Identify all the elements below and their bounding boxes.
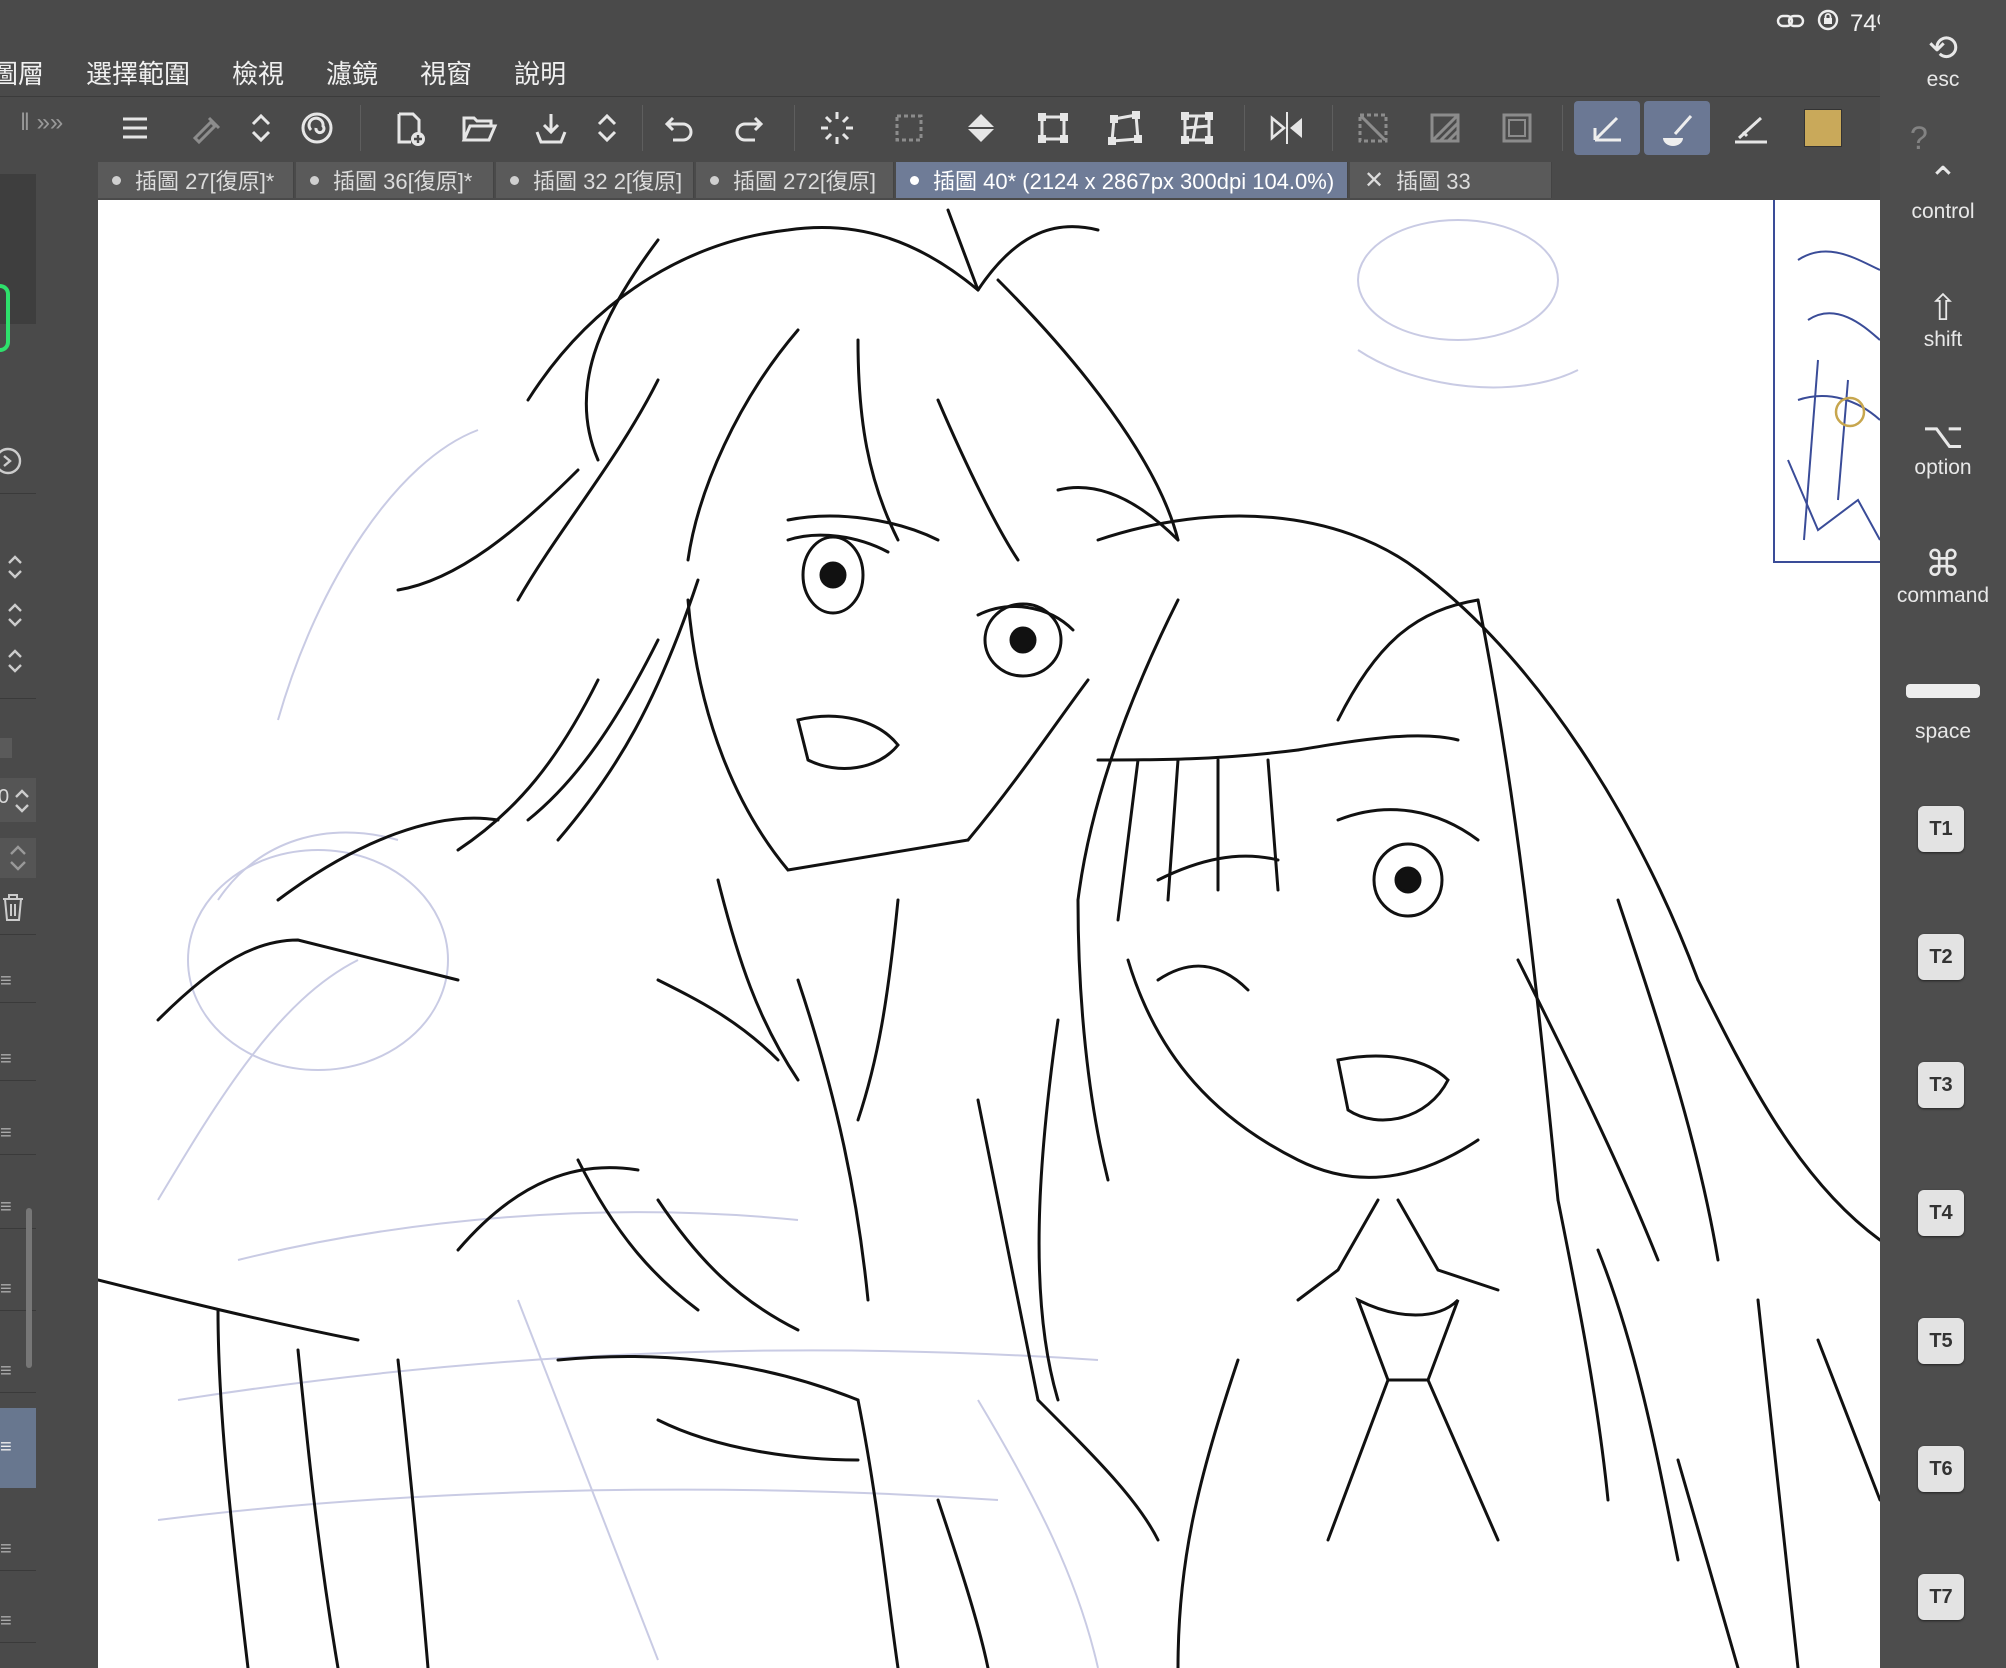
loading-spinner-icon[interactable] <box>814 105 860 151</box>
property-value[interactable]: 0 <box>0 778 36 822</box>
t2-key[interactable]: T2 <box>1918 934 1964 980</box>
eyedropper-icon[interactable] <box>182 105 228 151</box>
menu-bar: 圖層 選擇範圍 檢視 濾鏡 視窗 說明 <box>0 48 1880 96</box>
tab-illustration-32-2[interactable]: 插圖 32 2[復原] <box>496 162 694 198</box>
esc-key[interactable]: ⟲ esc <box>1880 28 2006 92</box>
tab-illustration-272[interactable]: 插圖 272[復原] <box>696 162 894 198</box>
tab-illustration-40[interactable]: 插圖 40* (2124 x 2867px 300dpi 104.0%) <box>896 162 1348 198</box>
orientation-lock-icon <box>1816 8 1840 39</box>
help-icon[interactable]: ? <box>1880 120 2006 156</box>
undo-icon[interactable] <box>656 105 702 151</box>
distort-icon[interactable] <box>1102 105 1148 151</box>
color-wheel-panel[interactable] <box>0 174 36 352</box>
sketch-artwork <box>98 200 1880 1668</box>
t3-key[interactable]: T3 <box>1918 1062 1964 1108</box>
space-bar-icon <box>1906 684 1980 698</box>
layer-row-selected[interactable]: ≡ <box>0 1408 36 1488</box>
stepper-icon[interactable] <box>0 552 36 588</box>
circle-arrow-icon[interactable] <box>0 446 36 482</box>
undo-circle-icon: ⟲ <box>1927 27 1959 68</box>
shift-key[interactable]: ⇧ shift <box>1880 288 2006 352</box>
left-panel: 0 ≡ ≡ ≡ ≡ ≡ ≡ ≡ ≡ ≡ <box>0 158 38 1668</box>
t4-key[interactable]: T4 <box>1918 1190 1964 1236</box>
flip-horizontal-icon[interactable] <box>1264 105 1310 151</box>
layer-row[interactable]: ≡ <box>0 1036 36 1081</box>
open-folder-icon[interactable] <box>456 105 502 151</box>
option-symbol-icon: ⌥ <box>1922 415 1964 456</box>
t7-key[interactable]: T7 <box>1918 1574 1964 1620</box>
redo-icon[interactable] <box>726 105 772 151</box>
stepper-icon[interactable] <box>0 600 36 636</box>
shift-arrow-icon: ⇧ <box>1927 287 1959 328</box>
menu-window[interactable]: 視窗 <box>420 54 472 91</box>
command-bar: ‖ »» <box>0 96 1880 159</box>
trash-icon[interactable] <box>0 892 36 928</box>
selection-icon[interactable] <box>886 105 932 151</box>
command-key[interactable]: ⌘ command <box>1880 544 2006 608</box>
modifier-key-panel: ⟲ esc ? ⌃ control ⇧ shift ⌥ option ⌘ com… <box>1880 0 2006 1668</box>
spiral-icon[interactable] <box>294 105 340 151</box>
option-key[interactable]: ⌥ option <box>1880 416 2006 480</box>
hatching-icon[interactable] <box>1422 105 1468 151</box>
up-down-arrows-icon[interactable] <box>584 105 630 151</box>
space-key[interactable]: space <box>1880 684 2006 754</box>
menu-layer[interactable]: 圖層 <box>0 54 44 91</box>
hamburger-menu-icon[interactable] <box>112 105 158 151</box>
t1-key[interactable]: T1 <box>1918 806 1964 852</box>
pen-tool-icon[interactable] <box>1574 101 1640 155</box>
menu-filter[interactable]: 濾鏡 <box>326 54 378 91</box>
brush-tool-icon[interactable] <box>1644 101 1710 155</box>
link-icon <box>1776 10 1806 38</box>
property-value-text: 0 <box>0 786 10 808</box>
clear-icon[interactable] <box>1350 105 1396 151</box>
control-key[interactable]: ⌃ control <box>1880 160 2006 224</box>
layer-scrollbar[interactable] <box>26 1208 32 1368</box>
menu-help[interactable]: 說明 <box>514 54 566 91</box>
ruler-pen-icon[interactable] <box>1728 105 1774 151</box>
status-bar: 74% <box>0 0 2006 48</box>
close-icon[interactable]: ✕ <box>1364 166 1384 195</box>
save-icon[interactable] <box>528 105 574 151</box>
color-swatch-icon[interactable] <box>1800 105 1846 151</box>
menu-view[interactable]: 檢視 <box>232 54 284 91</box>
stepper-icon[interactable] <box>0 838 36 878</box>
menu-selection[interactable]: 選擇範圍 <box>86 54 190 91</box>
document-tabs: 插圖 27[復原]* 插圖 36[復原]* 插圖 32 2[復原] 插圖 272… <box>98 158 1880 200</box>
t5-key[interactable]: T5 <box>1918 1318 1964 1364</box>
layer-row[interactable]: ≡ <box>0 958 36 1003</box>
new-file-icon[interactable] <box>386 105 432 151</box>
tab-illustration-27[interactable]: 插圖 27[復原]* <box>98 162 294 198</box>
command-symbol-icon: ⌘ <box>1925 543 1961 584</box>
tab-illustration-33[interactable]: ✕ 插圖 33 <box>1350 162 1552 198</box>
mesh-icon[interactable] <box>1174 105 1220 151</box>
frame-icon[interactable] <box>1494 105 1540 151</box>
layer-row[interactable]: ≡ <box>0 1110 36 1155</box>
layer-row[interactable]: ≡ <box>0 1598 36 1643</box>
layer-row[interactable]: ≡ <box>0 1526 36 1571</box>
caret-up-icon: ⌃ <box>1927 159 1959 200</box>
stepper-icon[interactable] <box>0 646 36 682</box>
fill-bucket-icon[interactable] <box>958 105 1004 151</box>
panel-collapse-icon[interactable]: ‖ »» <box>20 109 63 137</box>
tab-illustration-36[interactable]: 插圖 36[復原]* <box>296 162 494 198</box>
up-down-arrows-icon[interactable] <box>238 105 284 151</box>
drawing-canvas[interactable] <box>98 200 1880 1668</box>
transform-icon[interactable] <box>1030 105 1076 151</box>
t6-key[interactable]: T6 <box>1918 1446 1964 1492</box>
